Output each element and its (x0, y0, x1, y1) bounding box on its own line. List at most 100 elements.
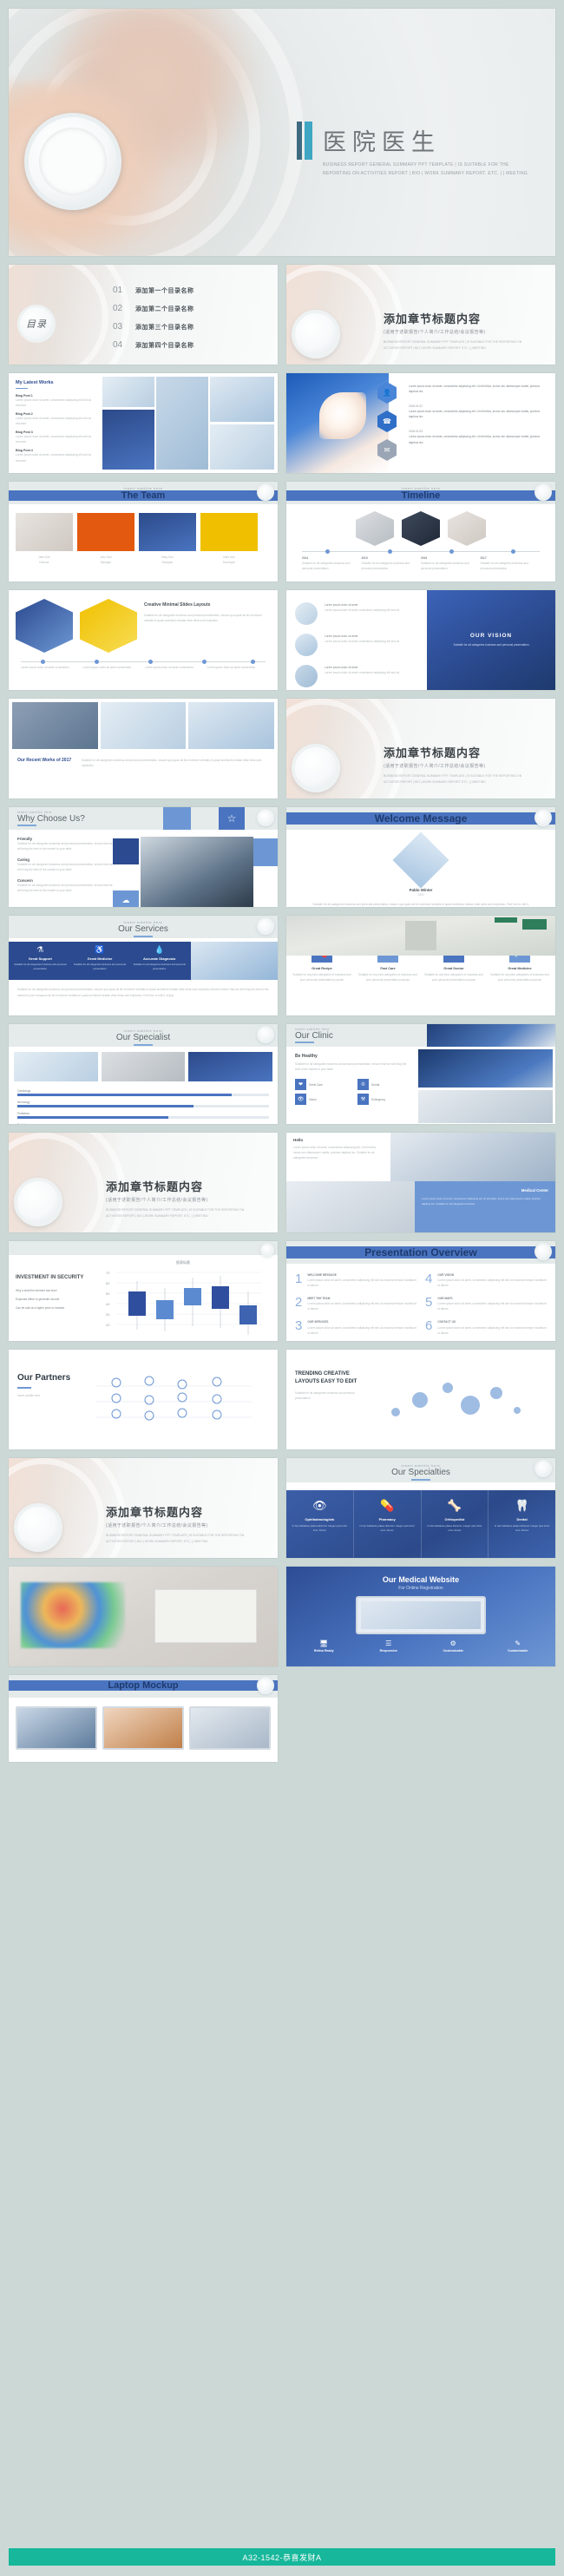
clinic-head: Be Healthy (295, 1054, 318, 1059)
row-services-cards: Insert subtitle here Our Services ⚗ Grea… (9, 916, 555, 1015)
pills-icon: 💊 (380, 1499, 395, 1512)
slide-our-vision[interactable]: Lorem ipsum dolor sit amet Lorem ipsum do… (286, 590, 555, 690)
slide-our-specialties[interactable]: Insert subtitle here Our Specialties 👁 O… (286, 1458, 555, 1558)
slide-section-divider-3[interactable]: 添加章节标题内容 (适用于述职报告/个人简介/工作总结/会议报告等) BUSIN… (9, 1133, 278, 1232)
slide-contact-flower[interactable]: 👤 ☎ ✉ Lorem ipsum dolor sit amet, consec… (286, 373, 555, 473)
slide-our-specialist[interactable]: Insert subtitle here Our Specialist Card… (9, 1024, 278, 1124)
skill-bar: Cardiology (17, 1088, 269, 1097)
clinic-icon-item[interactable]: ❤ Great Care (295, 1079, 354, 1091)
ppt-template-preview: 医院医生 BUSINESS REPORT GENERAL SUMMARY PPT… (0, 0, 564, 2576)
slide-hospital-cards[interactable]: 💊 Great Recipe Suitable for any kind cat… (286, 916, 555, 1015)
slide-presentation-overview[interactable]: Presentation Overview 1 WELCOME MESSAGE L… (286, 1241, 555, 1341)
slide-title: My Latest Works (16, 380, 54, 385)
clinic-icon-item[interactable]: ♔ Dental (357, 1079, 410, 1091)
overview-item[interactable]: 3 OUR SERVICES Lorem ipsum dolor sit amet… (295, 1319, 416, 1335)
section-subtitle: (适用于述职报告/个人简介/工作总结/会议报告等) (384, 764, 486, 769)
specialty-card[interactable]: 👁 Ophthalmologists In hac habitasse plat… (286, 1490, 354, 1558)
row-specialist-clinic: Insert subtitle here Our Specialist Card… (9, 1024, 555, 1124)
timeline-point: 2016 Suitable for all categories busines… (421, 556, 469, 571)
photo-hex (80, 599, 137, 653)
bubble-chart (364, 1370, 547, 1432)
slide-our-services[interactable]: Insert subtitle here Our Services ⚗ Grea… (9, 916, 278, 1015)
slide-chart[interactable]: INVESTMENT IN SECURITY Why a shall the e… (9, 1241, 278, 1341)
slide-website-mockup[interactable]: Our Medical Website For Online Registrat… (286, 1567, 555, 1666)
photo (188, 1052, 273, 1081)
slide-our-clinic[interactable]: Insert subtitle here Our Clinic Be Healt… (286, 1024, 555, 1124)
photo-lab (191, 942, 278, 980)
section-subtitle: (适用于述职报告/个人简介/工作总结/会议报告等) (106, 1523, 208, 1528)
slide-timeline[interactable]: Insert subtitle here Timeline 2014 Suita… (286, 482, 555, 582)
slide-title: Our Specialist (115, 1033, 171, 1042)
slide-laptop-mockup[interactable]: Laptop Mockup (9, 1675, 278, 1762)
slide-office[interactable]: Hello Lorem ipsum dolor sit amet, consec… (286, 1133, 555, 1232)
overview-item[interactable]: 5 OUR MAPS Lorem ipsum dolor sit amet, co… (425, 1296, 547, 1311)
feature-card[interactable]: ✎ Customizable (488, 1640, 549, 1653)
section-title: 添加章节标题内容 (106, 1506, 204, 1519)
overview-item[interactable]: 1 WELCOME MESSAGE Lorem ipsum dolor sit a… (295, 1272, 416, 1288)
toc-number: 03 (113, 322, 123, 332)
clinic-icon-item[interactable]: 👁 Vision (295, 1094, 354, 1106)
slide-welcome-message[interactable]: Welcome Message Pablo Winter CEO Suitabl… (286, 807, 555, 907)
row-team-timeline: Insert subtitle here The Team Jane Doe D… (9, 482, 555, 582)
clinic-icon-item[interactable]: ⚒ Emergency (357, 1094, 410, 1106)
slide-section-divider-2[interactable]: 添加章节标题内容 (适用于述职报告/个人简介/工作总结/会议报告等) BUSIN… (286, 699, 555, 798)
service-card[interactable]: ♿ Great Medicine Suitable for all catego… (71, 945, 129, 976)
monitor-icon: 🖥 (319, 1640, 329, 1647)
skill-bar: Radiology (17, 1122, 269, 1124)
toc-item-label: 添加第三个目录名称 (135, 324, 194, 331)
stethoscope-badge-icon (534, 483, 552, 501)
services-footer: Suitable for all categories business and… (17, 988, 269, 998)
slide-our-recent-works[interactable]: Our Recent Works of 2017 Suitable for al… (9, 699, 278, 798)
bullet: Blog Post 2 Lorem ipsum dolor sit amet, … (16, 412, 92, 426)
slide-creative-minimal[interactable]: Creative Minimal Slides Layouts Suitable… (9, 590, 278, 690)
feature-card[interactable]: 🖥 Retina Ready (293, 1640, 355, 1653)
chart-svg: 70 60 50 40 30 20 (106, 1271, 262, 1335)
slide-title: Presentation Overview (286, 1246, 555, 1258)
specialty-card[interactable]: 💊 Pharmacy In hac habitasse platea dictu… (354, 1490, 422, 1558)
office-body: Lorem ipsum dolor sit amet, consectetur … (293, 1146, 377, 1160)
specialty-card[interactable]: 🦴 Orthopedist In hac habitasse platea di… (422, 1490, 489, 1558)
member-role: Developer (222, 561, 236, 565)
list-item[interactable]: 03 添加第三个目录名称 (113, 322, 194, 332)
row-section-office: 添加章节标题内容 (适用于述职报告/个人简介/工作总结/会议报告等) BUSIN… (9, 1133, 555, 1232)
photo (14, 1052, 98, 1081)
skill-bar: Neurology (17, 1100, 269, 1108)
feature-card[interactable]: ☰ Responsive (358, 1640, 420, 1653)
stethoscope-badge-icon (257, 483, 274, 501)
pencil-icon: ✎ (515, 1640, 521, 1647)
feature: Friendly Suitable for all categories bus… (17, 837, 113, 851)
section-title: 添加章节标题内容 (384, 312, 482, 325)
slide-our-partners[interactable]: Our Partners Insert subtitle here (9, 1350, 278, 1449)
slide-section-divider-4[interactable]: 添加章节标题内容 (适用于述职报告/个人简介/工作总结/会议报告等) BUSIN… (9, 1458, 278, 1558)
person-role: CEO (417, 893, 424, 897)
slide-table-of-contents[interactable]: 目录 01 添加第一个目录名称 02 添加第二个目录名称 03 添加第三个目录名… (9, 265, 278, 365)
overview-item[interactable]: 2 MEET THE TEAM Lorem ipsum dolor sit ame… (295, 1296, 416, 1311)
slide-the-team[interactable]: Insert subtitle here The Team Jane Doe D… (9, 482, 278, 582)
specialty-card[interactable]: 🦷 Dental In hac habitasse platea dictums… (489, 1490, 555, 1558)
slide-cover[interactable]: 医院医生 BUSINESS REPORT GENERAL SUMMARY PPT… (9, 9, 555, 256)
stethoscope-badge-icon (257, 1026, 274, 1043)
section-subtitle: (适用于述职报告/个人简介/工作总结/会议报告等) (106, 1198, 208, 1203)
slide-my-latest-works[interactable]: My Latest Works Blog Post 1 Lorem ipsum … (9, 373, 278, 473)
photo (156, 377, 208, 470)
svg-text:60: 60 (106, 1281, 110, 1285)
star-icon: ☆ (219, 807, 245, 830)
list-item[interactable]: 02 添加第二个目录名称 (113, 304, 194, 313)
list-item[interactable]: 04 添加第四个目录名称 (113, 340, 194, 350)
photo (418, 1090, 553, 1123)
office-badge: Medical Center (521, 1188, 548, 1193)
slide-why-choose-us[interactable]: Insert subtitle here Why Choose Us? ☆ Fr… (9, 807, 278, 907)
row-pills-website: Our Medical Website For Online Registrat… (9, 1567, 555, 1666)
service-card[interactable]: ⚗ Great Support Suitable for all categor… (11, 945, 69, 976)
service-card[interactable]: 💧 Accurate Diagnosis Suitable for all ca… (130, 945, 188, 976)
vision-body: Suitable for all categories business and… (453, 642, 529, 647)
overview-item[interactable]: 6 CONTACT US Lorem ipsum dolor sit amet, … (425, 1319, 547, 1335)
slide-section-divider-1[interactable]: 添加章节标题内容 (适用于述职报告/个人简介/工作总结/会议报告等) BUSIN… (286, 265, 555, 365)
slide-title: Our Partners (17, 1373, 71, 1383)
slide-trending[interactable]: TRENDING CREATIVE LAYOUTS EASY TO EDIT S… (286, 1350, 555, 1449)
bullet: Blog Post 4 Lorem ipsum dolor sit amet, … (16, 449, 92, 463)
overview-item[interactable]: 4 OUR VISION Lorem ipsum dolor sit amet, … (425, 1272, 547, 1288)
list-item[interactable]: 01 添加第一个目录名称 (113, 286, 194, 295)
slide-pills-photo[interactable] (9, 1567, 278, 1666)
feature-card[interactable]: ⚙ Customizable (423, 1640, 484, 1653)
